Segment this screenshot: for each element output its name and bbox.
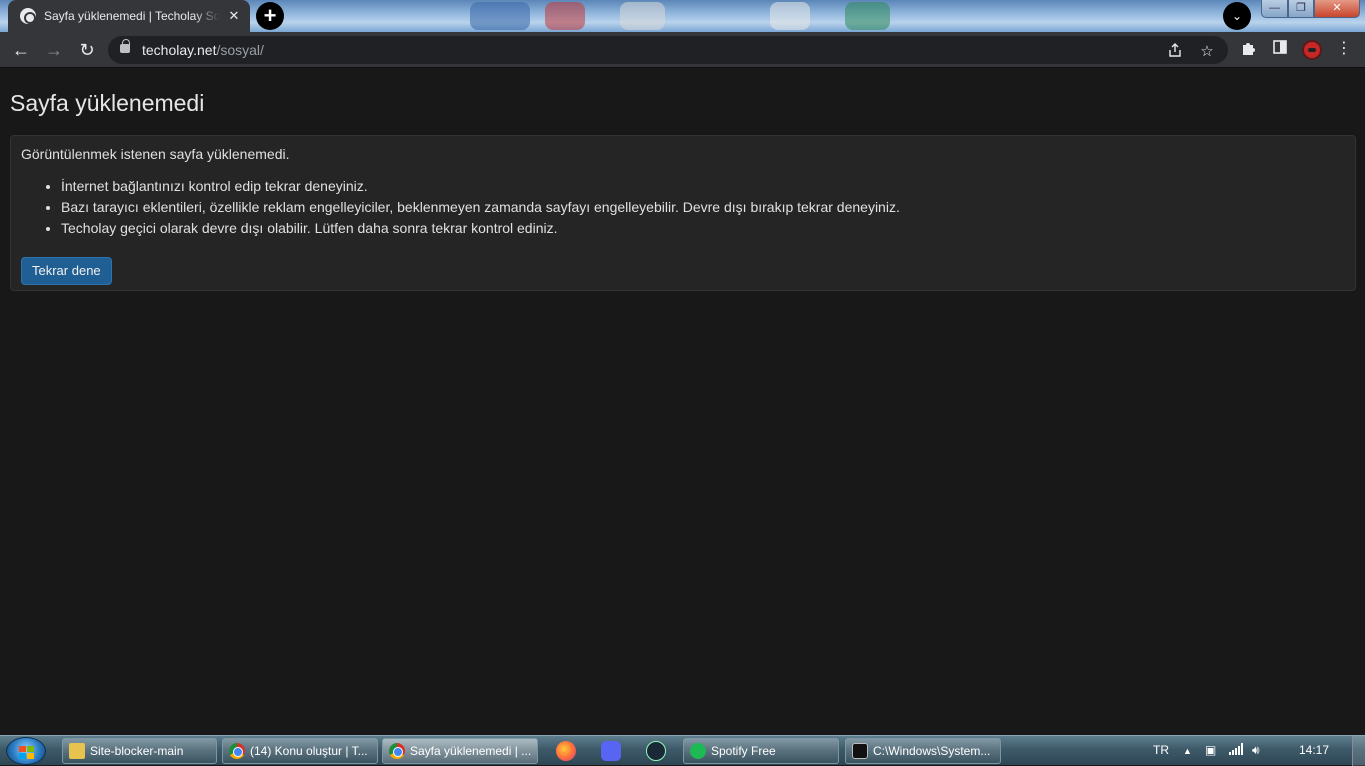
list-item: Techolay geçici olarak devre dışı olabil… [61,218,1345,239]
browser-tab-active[interactable]: Sayfa yüklenemedi | Techolay Sosyal ✕ [8,0,250,32]
tab-search-button[interactable]: ⌄ [1223,2,1251,30]
language-indicator[interactable]: TR [1153,743,1169,757]
chrome-icon [389,743,405,759]
taskbar-item-label: Sayfa yüklenemedi | ... [410,744,532,758]
lock-icon[interactable] [120,39,130,53]
folder-icon [69,743,85,759]
menu-icon[interactable]: ⋮ [1334,38,1354,58]
window-title-bar: Sayfa yüklenemedi | Techolay Sosyal ✕ + … [0,0,1365,32]
volume-icon[interactable]: 🔊︎ [1252,743,1260,758]
start-button[interactable] [6,737,46,765]
error-card: Görüntülenmek istenen sayfa yüklenemedi.… [10,135,1356,291]
url-text[interactable]: techolay.net/sosyal/ [142,42,264,58]
close-window-button[interactable]: ✕ [1314,0,1360,18]
windows-logo-icon [19,746,35,759]
side-panel-icon[interactable] [1270,40,1290,58]
firefox-icon[interactable] [556,741,576,761]
wallpaper-decoration [545,2,585,30]
browser-toolbar: ← → ↻ techolay.net/sosyal/ ☆ ⋮ [0,32,1365,68]
page-title: Sayfa yüklenemedi [10,90,205,116]
show-hidden-icons-icon[interactable]: ▲ [1183,746,1192,756]
error-message: Görüntülenmek istenen sayfa yüklenemedi. [21,146,290,162]
extensions-icon[interactable] [1238,40,1258,60]
reason-list: İnternet bağlantınızı kontrol edip tekra… [61,176,1345,239]
spotify-icon [690,743,706,759]
taskbar: Site-blocker-main (14) Konu oluştur | T.… [0,735,1365,766]
taskbar-item-chrome[interactable]: (14) Konu oluştur | T... [222,738,378,764]
maximize-button[interactable]: ❐ [1288,0,1314,18]
discord-icon[interactable] [601,741,621,761]
retry-button[interactable]: Tekrar dene [21,257,112,285]
steam-icon[interactable] [646,741,666,761]
page-content: Sayfa yüklenemedi Görüntülenmek istenen … [0,69,1365,735]
back-button[interactable]: ← [9,38,33,62]
list-item: İnternet bağlantınızı kontrol edip tekra… [61,176,1345,197]
network-icon[interactable] [1229,743,1243,758]
star-icon[interactable]: ☆ [1198,42,1216,60]
wallpaper-decoration [620,2,665,30]
wallpaper-decoration [470,2,530,30]
globe-icon [20,8,36,24]
profile-avatar[interactable] [1302,40,1322,60]
show-desktop-button[interactable] [1352,736,1365,766]
cmd-icon [852,743,868,759]
taskbar-item-cmd[interactable]: C:\Windows\System... [845,738,1001,764]
clock[interactable]: 14:17 [1299,743,1329,757]
minimize-button[interactable]: — [1261,0,1288,18]
taskbar-item-spotify[interactable]: Spotify Free [683,738,839,764]
share-icon[interactable] [1166,42,1184,62]
chrome-icon [229,743,245,759]
wallpaper-decoration [770,2,810,30]
taskbar-item-label: Site-blocker-main [90,744,184,758]
taskbar-item-explorer[interactable]: Site-blocker-main [62,738,217,764]
url-path: /sosyal/ [216,42,264,58]
taskbar-item-label: C:\Windows\System... [873,744,991,758]
taskbar-item-label: Spotify Free [711,744,776,758]
new-tab-button[interactable]: + [256,2,284,30]
url-host: techolay.net [142,42,217,58]
forward-button[interactable]: → [42,38,66,62]
close-tab-icon[interactable]: ✕ [226,8,242,24]
address-bar[interactable]: techolay.net/sosyal/ ☆ [108,36,1228,64]
taskbar-item-chrome-active[interactable]: Sayfa yüklenemedi | ... [382,738,538,764]
list-item: Bazı tarayıcı eklentileri, özellikle rek… [61,197,1345,218]
power-icon[interactable]: ▣ [1205,743,1216,757]
tab-title: Sayfa yüklenemedi | Techolay Sosyal [44,9,220,23]
taskbar-item-label: (14) Konu oluştur | T... [250,744,368,758]
wallpaper-decoration [845,2,890,30]
reload-button[interactable]: ↻ [75,38,99,62]
